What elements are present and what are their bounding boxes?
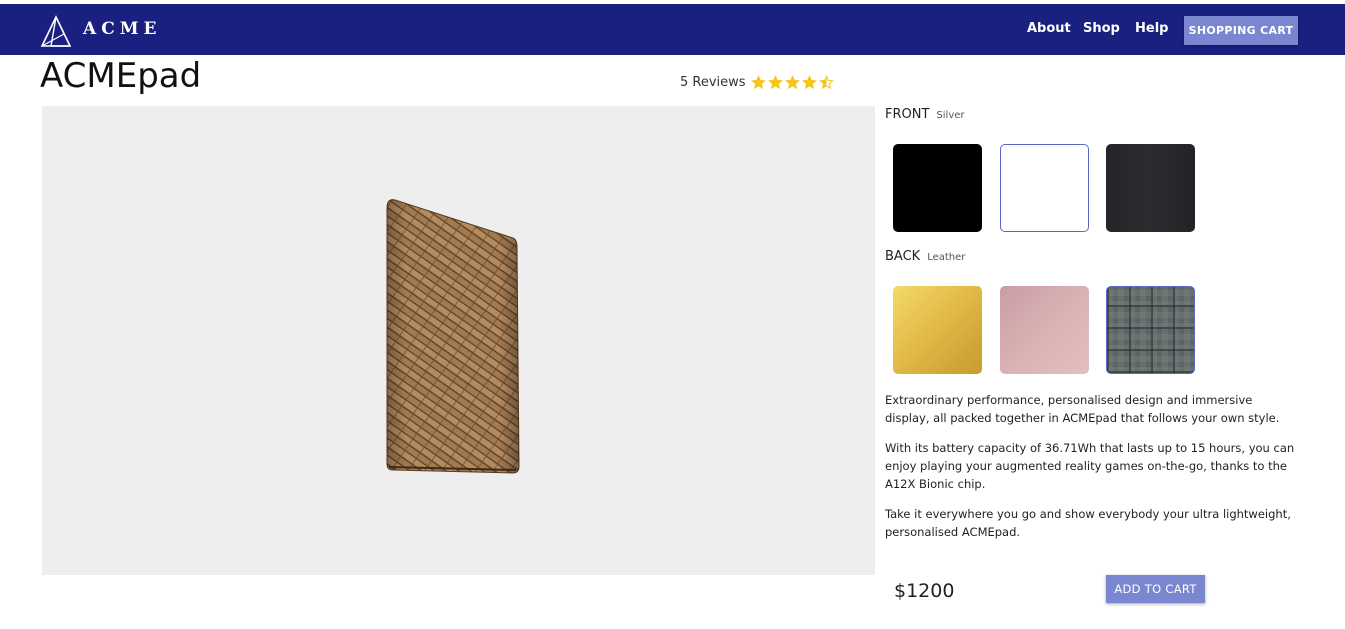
star-half-icon (818, 74, 834, 89)
product-tablet-image[interactable] (385, 198, 525, 476)
rating-stars (750, 74, 834, 90)
nav-link-shop[interactable]: Shop (1083, 21, 1120, 36)
navbar: ACME About Shop Help SHOPPING CART (0, 4, 1345, 55)
star-full-icon (750, 74, 766, 89)
brand-name: ACME (83, 19, 162, 39)
description-paragraph-2: With its battery capacity of 36.71Wh tha… (885, 441, 1295, 491)
product-rating[interactable]: 5 Reviews (680, 73, 834, 91)
description-paragraph-1: Extraordinary performance, personalised … (885, 393, 1280, 425)
nav-link-about[interactable]: About (1027, 21, 1071, 36)
back-section-label: BACK Leather (885, 249, 965, 264)
front-swatch-1[interactable] (893, 144, 982, 232)
back-swatch-1[interactable] (893, 286, 982, 374)
star-full-icon (801, 74, 817, 89)
back-swatch-2[interactable] (1000, 286, 1089, 374)
front-label: FRONT (885, 107, 930, 122)
star-full-icon (784, 74, 800, 89)
product-price: $1200 (894, 580, 955, 602)
front-selected-value: Silver (936, 110, 965, 121)
add-to-cart-button[interactable]: ADD TO CART (1106, 575, 1205, 603)
front-swatch-2[interactable] (1000, 144, 1089, 232)
front-swatch-3[interactable] (1106, 144, 1195, 232)
shopping-cart-button[interactable]: SHOPPING CART (1184, 16, 1298, 45)
back-selected-value: Leather (927, 252, 966, 263)
front-section-label: FRONT Silver (885, 107, 965, 122)
product-title: ACMEpad (40, 56, 202, 96)
star-full-icon (767, 74, 783, 89)
back-label: BACK (885, 249, 921, 264)
product-3d-viewer[interactable] (42, 106, 875, 575)
back-swatch-3[interactable] (1106, 286, 1195, 374)
nav-link-help[interactable]: Help (1135, 21, 1168, 36)
description-paragraph-3: Take it everywhere you go and show every… (885, 507, 1291, 539)
reviews-count-label[interactable]: 5 Reviews (680, 75, 746, 90)
acme-logo-icon[interactable] (40, 15, 72, 49)
